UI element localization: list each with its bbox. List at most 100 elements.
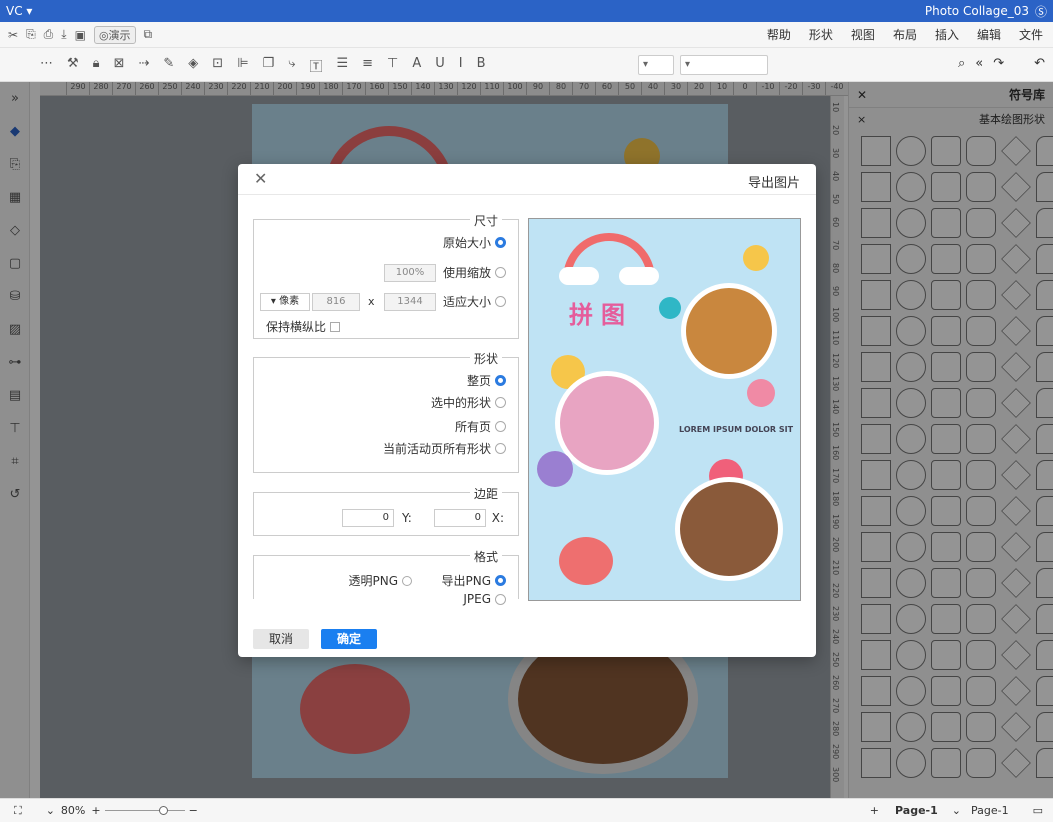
add-page-icon[interactable]: + [870,804,879,817]
preview-title: 拼图 [569,301,633,329]
checkbox-icon[interactable] [402,575,412,586]
ok-button[interactable]: 确定 [321,629,377,649]
text-box-icon[interactable]: 🅃 [309,56,322,75]
zoom-in-icon[interactable]: + [91,804,100,817]
line-style-icon[interactable]: ⇢ [138,56,149,75]
radio-icon[interactable] [495,443,506,454]
unit-select[interactable]: ▾ 像素 [260,293,310,311]
menu-item[interactable]: 布局 [893,26,917,43]
status-bar: ⛶ ⌄ 80% + − + Page-1 ⌄ Page-1 ▭ [0,798,1053,822]
scale-input[interactable]: 100% [384,264,436,282]
save-icon[interactable]: ▣ [75,28,86,42]
option-label: 适应大小 [442,295,491,309]
height-input[interactable]: 816 [312,293,360,311]
user-menu[interactable]: VC ▾ [6,4,32,18]
page-dropdown-icon[interactable]: ⌄ [952,804,961,817]
italic-icon[interactable]: I [459,56,463,75]
checkbox-icon[interactable] [330,321,340,332]
close-icon[interactable]: ✕ [254,169,267,188]
present-label: 演示 [108,28,131,42]
format-tools: ⋯ ⚒ 🔒︎ ⊠ ⇢ ✎ ◈ ⊡ ⊫ ❐ ⤷ 🅃 ☰ ≡ ⊤ A U I B [40,56,486,75]
undo-icon[interactable]: ↶ [1034,56,1045,71]
shape-legend: 形状 [469,350,502,367]
lock-icon[interactable]: 🔒︎ [93,56,100,75]
print-icon[interactable]: ⎙ [44,27,54,42]
zoom-slider[interactable] [104,806,185,815]
cancel-button[interactable]: 取消 [253,629,309,649]
use-scale-option[interactable]: 使用缩放 [443,264,506,281]
zoom-level[interactable]: 80% [61,804,85,817]
tools-icon[interactable]: ⚒ [67,56,79,75]
search-icon[interactable]: ⌕ [958,56,965,71]
zoom-dropdown-icon[interactable]: ⌄ [46,804,55,817]
margin-x-input[interactable]: 0 [434,509,486,527]
keep-ratio-option[interactable]: 保持横纵比 [266,318,340,335]
menu-item[interactable]: 编辑 [977,26,1001,43]
margin-group: 边距 X: 0 Y: 0 [253,485,519,536]
menu-item[interactable]: 插入 [935,26,959,43]
transparent-png-option[interactable]: 透明PNG [348,572,412,589]
shape-group: 形状 整页 选中的形状 所有页 当前活动页所有形状 [253,350,519,473]
option-label: 导出PNG [441,574,491,588]
screen-icon[interactable]: ⧉ [144,27,153,42]
all-pages-option[interactable]: 所有页 [455,418,506,435]
format-group: 格式 导出PNG 透明PNG JPEG [253,548,519,606]
radio-icon[interactable] [495,237,506,248]
fill-icon[interactable]: ◈ [188,56,198,75]
menu-item[interactable]: 形状 [809,26,833,43]
text-align-icon[interactable]: ≡ [362,56,373,75]
valign-icon[interactable]: ⊤ [387,56,398,75]
original-size-option[interactable]: 原始大小 [443,234,506,251]
radio-icon[interactable] [495,575,506,586]
pen-icon[interactable]: ✎ [163,56,174,75]
selected-shapes-option[interactable]: 选中的形状 [431,394,506,411]
align-icon[interactable]: ⊫ [237,56,248,75]
zoom-out-icon[interactable]: − [189,804,198,817]
radio-icon[interactable] [495,421,506,432]
bold-icon[interactable]: B [477,56,486,75]
present-button[interactable]: ◎演示 [93,25,136,44]
connector-icon[interactable]: ⤷ [288,56,295,75]
page-list-icon[interactable]: ▭ [1033,804,1043,817]
option-label: 整页 [466,374,491,388]
png-option[interactable]: 导出PNG [441,572,506,589]
pastry-photo [681,283,777,379]
font-family-select[interactable]: ▾ [680,55,768,75]
copy-icon[interactable]: ⎘ [26,27,36,42]
window-title: Photo Collage_03 [924,4,1029,18]
fit-size-option[interactable]: 适应大小 [443,293,506,310]
menu-item[interactable]: 帮助 [767,26,791,43]
margin-y-input[interactable]: 0 [342,509,394,527]
group-icon[interactable]: ⊡ [212,56,223,75]
current-page-shapes-option[interactable]: 当前活动页所有形状 [383,440,506,457]
toolbar-right: ⌕ « ↷ ↶ [958,56,1045,71]
menu-item[interactable]: 视图 [851,26,875,43]
width-input[interactable]: 1344 [384,293,436,311]
align-text-icon[interactable]: ☰ [336,56,348,75]
radio-icon[interactable] [495,397,506,408]
page-select[interactable]: Page-1 [971,804,1009,817]
redo-icon[interactable]: ↷ [993,56,1004,71]
radio-icon[interactable] [495,593,506,605]
collapse-sidebar-icon[interactable]: « [975,56,983,71]
fullscreen-icon[interactable]: ⛶ [14,804,22,818]
layer-icon[interactable]: ❐ [263,56,275,75]
menu-item[interactable]: 文件 [1019,26,1043,43]
page-tab[interactable]: Page-1 [895,804,938,817]
radio-icon[interactable] [495,267,506,278]
zoom-slider-handle[interactable] [158,806,168,815]
radio-icon[interactable] [495,296,506,307]
font-size-select[interactable]: ▾ [638,55,674,75]
crop-icon[interactable]: ⊠ [114,56,125,75]
dialog-header: ✕ 导出图片 [238,164,816,195]
scissors-icon[interactable]: ✂ [8,28,18,42]
radio-icon[interactable] [495,375,506,386]
more-icon[interactable]: ⋯ [40,56,53,75]
whole-page-option[interactable]: 整页 [467,372,506,389]
font-color-icon[interactable]: A [412,56,421,75]
cake-photo [675,477,783,581]
option-label: 原始大小 [442,236,491,250]
jpeg-option[interactable]: JPEG [463,592,506,606]
underline-icon[interactable]: U [435,56,445,75]
download-icon[interactable]: ⤓ [61,27,66,42]
